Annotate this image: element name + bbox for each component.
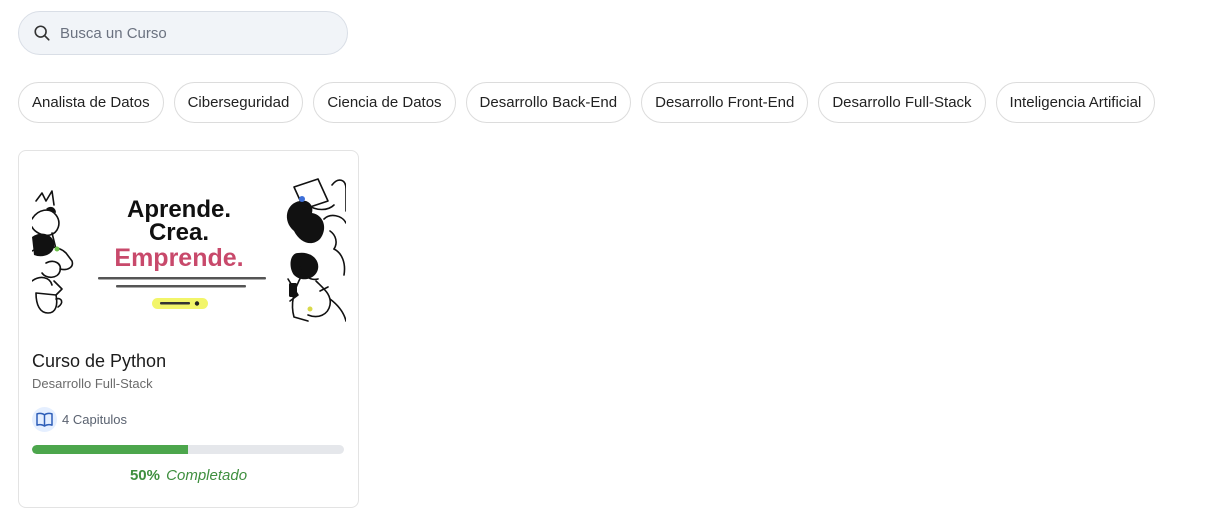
category-chip-desarrollo-full-stack[interactable]: Desarrollo Full-Stack	[818, 82, 986, 123]
progress-percent: 50%	[129, 467, 160, 484]
search-icon	[34, 25, 50, 41]
category-chip-ciencia-de-datos[interactable]: Ciencia de Datos	[313, 82, 456, 123]
book-open-icon	[32, 407, 57, 432]
course-category: Desarrollo Full-Stack	[32, 376, 153, 391]
category-chip-ciberseguridad[interactable]: Ciberseguridad	[173, 82, 304, 123]
category-chip-desarrollo-front-end[interactable]: Desarrollo Front-End	[641, 82, 809, 123]
progress-bar-fill	[32, 445, 188, 454]
chapters-count: 4 Capitulos	[62, 412, 128, 427]
category-filter-list: Analista de Datos Ciberseguridad Ciencia…	[18, 82, 1156, 123]
progress-status: 50% Completado	[19, 467, 358, 484]
chapters-info: 4 Capitulos	[32, 407, 127, 432]
course-title[interactable]: Curso de Python	[32, 351, 166, 372]
course-card[interactable]: Aprende. Crea. Emprende. Curso de Python…	[18, 150, 359, 508]
progress-bar	[32, 445, 344, 454]
thumbnail-line3: Emprende.	[114, 244, 243, 272]
category-chip-desarrollo-back-end[interactable]: Desarrollo Back-End	[465, 82, 632, 123]
search-bar[interactable]	[18, 11, 348, 55]
category-chip-inteligencia-artificial[interactable]: Inteligencia Artificial	[995, 82, 1156, 123]
category-chip-analista-de-datos[interactable]: Analista de Datos	[18, 82, 164, 123]
thumbnail-line2: Crea.	[149, 219, 209, 246]
course-thumbnail: Aprende. Crea. Emprende.	[32, 171, 346, 331]
search-input[interactable]	[60, 24, 310, 42]
progress-label: Completado	[166, 467, 248, 484]
